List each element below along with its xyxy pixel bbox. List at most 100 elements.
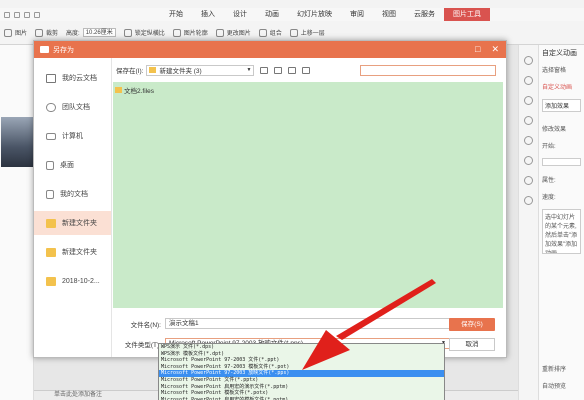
place-item[interactable]: 新建文件夹 bbox=[34, 211, 111, 235]
dialog-title-bar: 另存为 □ ✕ bbox=[34, 41, 506, 58]
height-input[interactable]: 10.26厘米 bbox=[82, 28, 116, 37]
place-item[interactable]: 计算机 bbox=[34, 124, 111, 148]
custom-animation-link[interactable]: 自定义动画 bbox=[542, 82, 581, 91]
reorder-label: 重新排序 bbox=[542, 367, 567, 373]
undo-icon[interactable] bbox=[14, 11, 20, 18]
tab-1[interactable]: 插入 bbox=[192, 8, 224, 21]
ribbon-label-picture: 图片 bbox=[15, 31, 28, 37]
select-pane-link[interactable]: 选择窗格 bbox=[542, 65, 581, 74]
place-label: 桌面 bbox=[60, 162, 74, 169]
start-select[interactable] bbox=[542, 158, 581, 166]
combine-label[interactable]: 组合 bbox=[270, 28, 282, 37]
save-in-select[interactable]: 新建文件夹 (3) ▼ bbox=[146, 64, 255, 76]
filetype-option[interactable]: Microsoft PowerPoint 模板文件(*.potx) bbox=[159, 390, 444, 397]
chevron-down-icon: ▼ bbox=[246, 67, 252, 73]
places-sidebar: 我的云文档 团队文档 计算机 桌面 我的文档 新建文件夹 新建文件夹 2018-10-2... bbox=[34, 58, 112, 357]
print-icon[interactable] bbox=[34, 11, 40, 18]
change-picture-icon[interactable] bbox=[215, 28, 224, 37]
tab-8[interactable]: 图片工具 bbox=[444, 8, 490, 21]
file-name: 文档2.files bbox=[124, 88, 154, 95]
file-item[interactable]: 文档2.files bbox=[115, 85, 501, 95]
title-bar bbox=[0, 0, 584, 8]
tool-icon-2[interactable] bbox=[524, 76, 533, 85]
tool-icon-5[interactable] bbox=[524, 136, 533, 145]
tab-7[interactable]: 云服务 bbox=[405, 8, 444, 21]
doc-icon bbox=[46, 160, 54, 170]
add-effect-button[interactable]: 添加效果 bbox=[542, 99, 581, 112]
place-label: 我的文档 bbox=[60, 191, 88, 198]
ribbon-label-crop: 裁剪 bbox=[46, 31, 59, 37]
view-menu-icon[interactable] bbox=[302, 66, 311, 74]
folder-icon bbox=[46, 276, 56, 286]
modify-effect-label: 修改效果 bbox=[542, 127, 567, 133]
group-icon[interactable] bbox=[258, 28, 267, 37]
tab-0[interactable]: 开始 bbox=[160, 8, 192, 21]
place-item[interactable]: 我的文档 bbox=[34, 182, 111, 206]
place-item[interactable]: 团队文档 bbox=[34, 95, 111, 119]
place-label: 新建文件夹 bbox=[62, 220, 97, 227]
right-tool-strip bbox=[518, 45, 538, 400]
tab-4[interactable]: 幻灯片放映 bbox=[288, 8, 341, 21]
maximize-icon[interactable]: □ bbox=[475, 45, 480, 54]
ribbon-tabs: 开始 插入 设计 动画 幻灯片放映 审阅 视图 云服务 图片工具 bbox=[160, 8, 490, 21]
save-in-value: 新建文件夹 (3) bbox=[159, 68, 202, 75]
filetype-option[interactable]: Microsoft PowerPoint 文件(*.pptx) bbox=[159, 376, 444, 384]
lock-ratio-label: 锁定纵横比 bbox=[134, 31, 165, 37]
tool-icon-6[interactable] bbox=[524, 156, 533, 165]
panel-title: 自定义动画 bbox=[542, 50, 577, 57]
filetype-label: 文件类型(T): bbox=[124, 341, 161, 349]
place-item[interactable]: 桌面 bbox=[34, 153, 111, 177]
property-label: 属性: bbox=[542, 178, 556, 184]
cancel-button[interactable]: 取消 bbox=[449, 338, 495, 351]
up-folder-icon[interactable] bbox=[274, 66, 283, 74]
slide-thumbnail[interactable] bbox=[1, 117, 33, 167]
place-item[interactable]: 2018-10-2... bbox=[34, 269, 111, 293]
place-label: 2018-10-2... bbox=[62, 277, 100, 285]
menu-bar: 开始 插入 设计 动画 幻灯片放映 审阅 视图 云服务 图片工具 bbox=[0, 8, 584, 21]
save-as-dialog: 另存为 □ ✕ 我的云文档 团队文档 计算机 桌面 我的文档 新建文件夹 新建文件夹 2018… bbox=[33, 40, 507, 358]
wps-logo-icon bbox=[40, 46, 49, 53]
save-icon[interactable] bbox=[4, 11, 10, 18]
cube-icon bbox=[46, 73, 56, 83]
close-icon[interactable]: ✕ bbox=[491, 45, 499, 54]
place-label: 我的云文档 bbox=[62, 75, 97, 82]
checkbox-icon[interactable] bbox=[123, 28, 132, 37]
filetype-option[interactable]: Microsoft PowerPoint 97-2003 文件(*.ppt) bbox=[159, 357, 444, 364]
new-folder-icon[interactable] bbox=[288, 66, 297, 74]
save-button[interactable]: 保存(S) bbox=[449, 318, 495, 331]
redo-icon[interactable] bbox=[24, 11, 30, 18]
doc-icon bbox=[46, 189, 54, 199]
place-item[interactable]: 新建文件夹 bbox=[34, 240, 111, 264]
tool-icon-4[interactable] bbox=[524, 116, 533, 125]
folder-icon bbox=[149, 67, 157, 73]
autopreview-checkbox[interactable]: 自动预览 bbox=[542, 381, 581, 390]
tab-2[interactable]: 设计 bbox=[224, 8, 256, 21]
start-label: 开始: bbox=[542, 144, 556, 150]
picture-icon[interactable] bbox=[4, 28, 12, 37]
crop-icon[interactable] bbox=[35, 28, 44, 37]
picture-outline-label[interactable]: 图片轮廓 bbox=[184, 28, 208, 37]
outline-icon[interactable] bbox=[172, 28, 181, 37]
bring-forward-icon[interactable] bbox=[289, 28, 298, 37]
tab-5[interactable]: 审阅 bbox=[341, 8, 373, 21]
file-list: 文档2.files bbox=[113, 82, 503, 308]
place-label: 团队文档 bbox=[62, 104, 90, 111]
tool-icon-1[interactable] bbox=[524, 56, 533, 65]
file-browser: 保存在(I): 新建文件夹 (3) ▼ 文档2.files 文件名(N): 演示… bbox=[113, 58, 506, 357]
filename-input[interactable]: 演示文稿1 bbox=[165, 318, 450, 329]
search-input[interactable] bbox=[360, 64, 496, 76]
place-item[interactable]: 我的云文档 bbox=[34, 66, 111, 90]
tab-3[interactable]: 动画 bbox=[256, 8, 288, 21]
filetype-option[interactable]: Microsoft PowerPoint 97-2003 放映文件(*.pps) bbox=[159, 370, 444, 377]
tab-6[interactable]: 视图 bbox=[373, 8, 405, 21]
monitor-icon bbox=[46, 132, 56, 140]
help-icon[interactable] bbox=[524, 196, 533, 205]
filename-row: 文件名(N): 演示文稿1 bbox=[113, 318, 450, 329]
bring-forward-label[interactable]: 上移一层 bbox=[301, 28, 325, 37]
change-picture-label[interactable]: 更改图片 bbox=[227, 28, 251, 37]
back-icon[interactable] bbox=[260, 66, 269, 74]
slide-thumbnail-panel bbox=[0, 45, 34, 400]
filetype-option[interactable]: WPS演示 文件(*.dps) bbox=[159, 344, 444, 351]
tool-icon-7[interactable] bbox=[524, 176, 533, 185]
tool-icon-3[interactable] bbox=[524, 96, 533, 105]
